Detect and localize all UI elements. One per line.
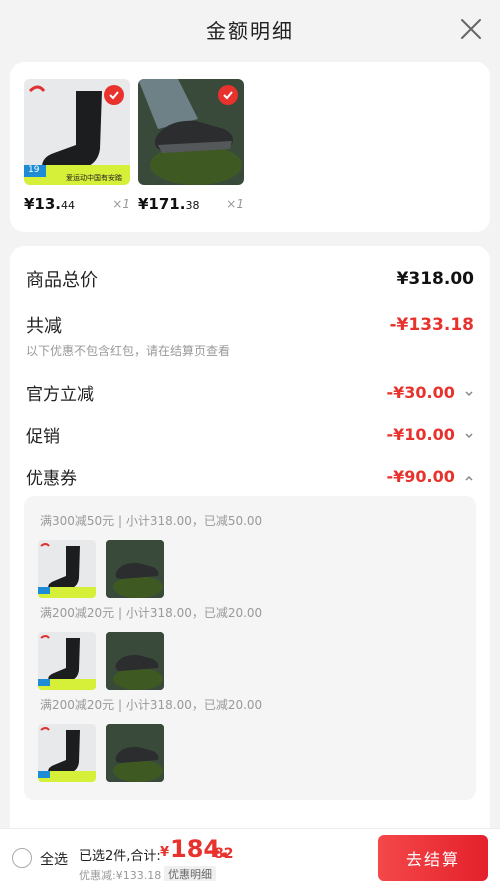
product-quantity: ×1 (226, 197, 244, 211)
coupon-value: -¥90.00 (386, 467, 455, 486)
product-image-socks[interactable]: 19 爱运动中国有安踏 (24, 79, 130, 185)
price-badge: 19 (28, 165, 40, 175)
total-value: ¥318.00 (396, 269, 474, 289)
page-title: 金额明细 (206, 18, 294, 43)
official-discount-value: -¥30.00 (386, 383, 455, 402)
coupon-title: 满300减50元 | 小计318.00，已减50.00 (40, 514, 263, 528)
coupon-item-socks (38, 724, 96, 782)
price-decimal: 44 (61, 199, 76, 212)
total-decimal: 82 (214, 846, 234, 862)
official-discount-row[interactable]: 官方立减 -¥30.00 (26, 380, 474, 405)
promo-value: -¥10.00 (386, 425, 455, 444)
discount-summary: 优惠减:¥133.18 (79, 869, 162, 881)
product-item[interactable]: 19 爱运动中国有安踏 ¥13.44 ×1 (24, 79, 130, 213)
header: 金额明细 (0, 0, 500, 58)
official-discount-value-wrap: -¥30.00 (387, 383, 474, 402)
price-integer: ¥13. (24, 195, 62, 213)
total-row: 商品总价 ¥318.00 (26, 266, 474, 292)
coupon-item-shoes (106, 724, 164, 782)
coupon-detail-box: 满300减50元 | 小计318.00，已减50.00 满200减20元 | 小… (24, 496, 476, 800)
coupon-title: 满200减20元 | 小计318.00，已减20.00 (40, 606, 263, 620)
official-discount-label: 官方立减 (26, 385, 94, 405)
promo-label: 促销 (26, 427, 60, 447)
product-image-shoes[interactable] (138, 79, 244, 185)
price-decimal: 38 (185, 199, 200, 212)
selected-products-card: 19 爱运动中国有安踏 ¥13.44 ×1 ¥171.38 ×1 (10, 62, 490, 232)
discount-value: -¥133.18 (389, 315, 475, 335)
coupon-row[interactable]: 优惠券 -¥90.00 (26, 464, 474, 489)
discount-detail-link[interactable]: 优惠明细 (164, 866, 216, 881)
selected-summary: 已选2件,合计: (79, 849, 161, 864)
checkout-bar: 全选 已选2件,合计: ¥ 184. 82 优惠减:¥133.18 优惠明细 去… (0, 828, 500, 881)
coupon-item-shoes (106, 540, 164, 598)
coupon-label: 优惠券 (26, 469, 77, 489)
promo-value-wrap: -¥10.00 (387, 425, 474, 444)
total-currency: ¥ (160, 845, 170, 860)
total-label: 商品总价 (26, 270, 98, 291)
chevron-down-icon[interactable] (464, 431, 474, 441)
select-all-label[interactable]: 全选 (40, 849, 68, 869)
product-quantity: ×1 (112, 197, 130, 211)
coupon-title: 满200减20元 | 小计318.00，已减20.00 (40, 698, 263, 712)
coupon-value-wrap: -¥90.00 (387, 467, 474, 486)
checked-icon[interactable] (218, 85, 238, 105)
chevron-down-icon[interactable] (464, 389, 474, 399)
checked-icon[interactable] (104, 85, 124, 105)
coupon-item-socks (38, 540, 96, 598)
product-price: ¥171.38 (138, 195, 199, 213)
chevron-up-icon[interactable] (464, 473, 474, 483)
product-price: ¥13.44 (24, 195, 75, 213)
coupon-item-socks (38, 632, 96, 690)
select-all-radio[interactable] (12, 848, 32, 868)
product-item[interactable]: ¥171.38 ×1 (138, 79, 244, 213)
product-slogan: 爱运动中国有安踏 (66, 174, 122, 182)
coupon-item-shoes (106, 632, 164, 690)
checkout-button[interactable]: 去结算 (378, 835, 488, 881)
discount-note: 以下优惠不包含红包，请在结算页查看 (26, 344, 231, 358)
discount-label: 共减 (26, 316, 62, 337)
price-breakdown-card: 商品总价 ¥318.00 共减 -¥133.18 以下优惠不包含红包，请在结算页… (10, 246, 490, 846)
price-integer: ¥171. (138, 195, 186, 213)
close-icon[interactable] (460, 18, 482, 40)
promo-row[interactable]: 促销 -¥10.00 (26, 422, 474, 447)
discount-row: 共减 -¥133.18 (26, 312, 474, 338)
